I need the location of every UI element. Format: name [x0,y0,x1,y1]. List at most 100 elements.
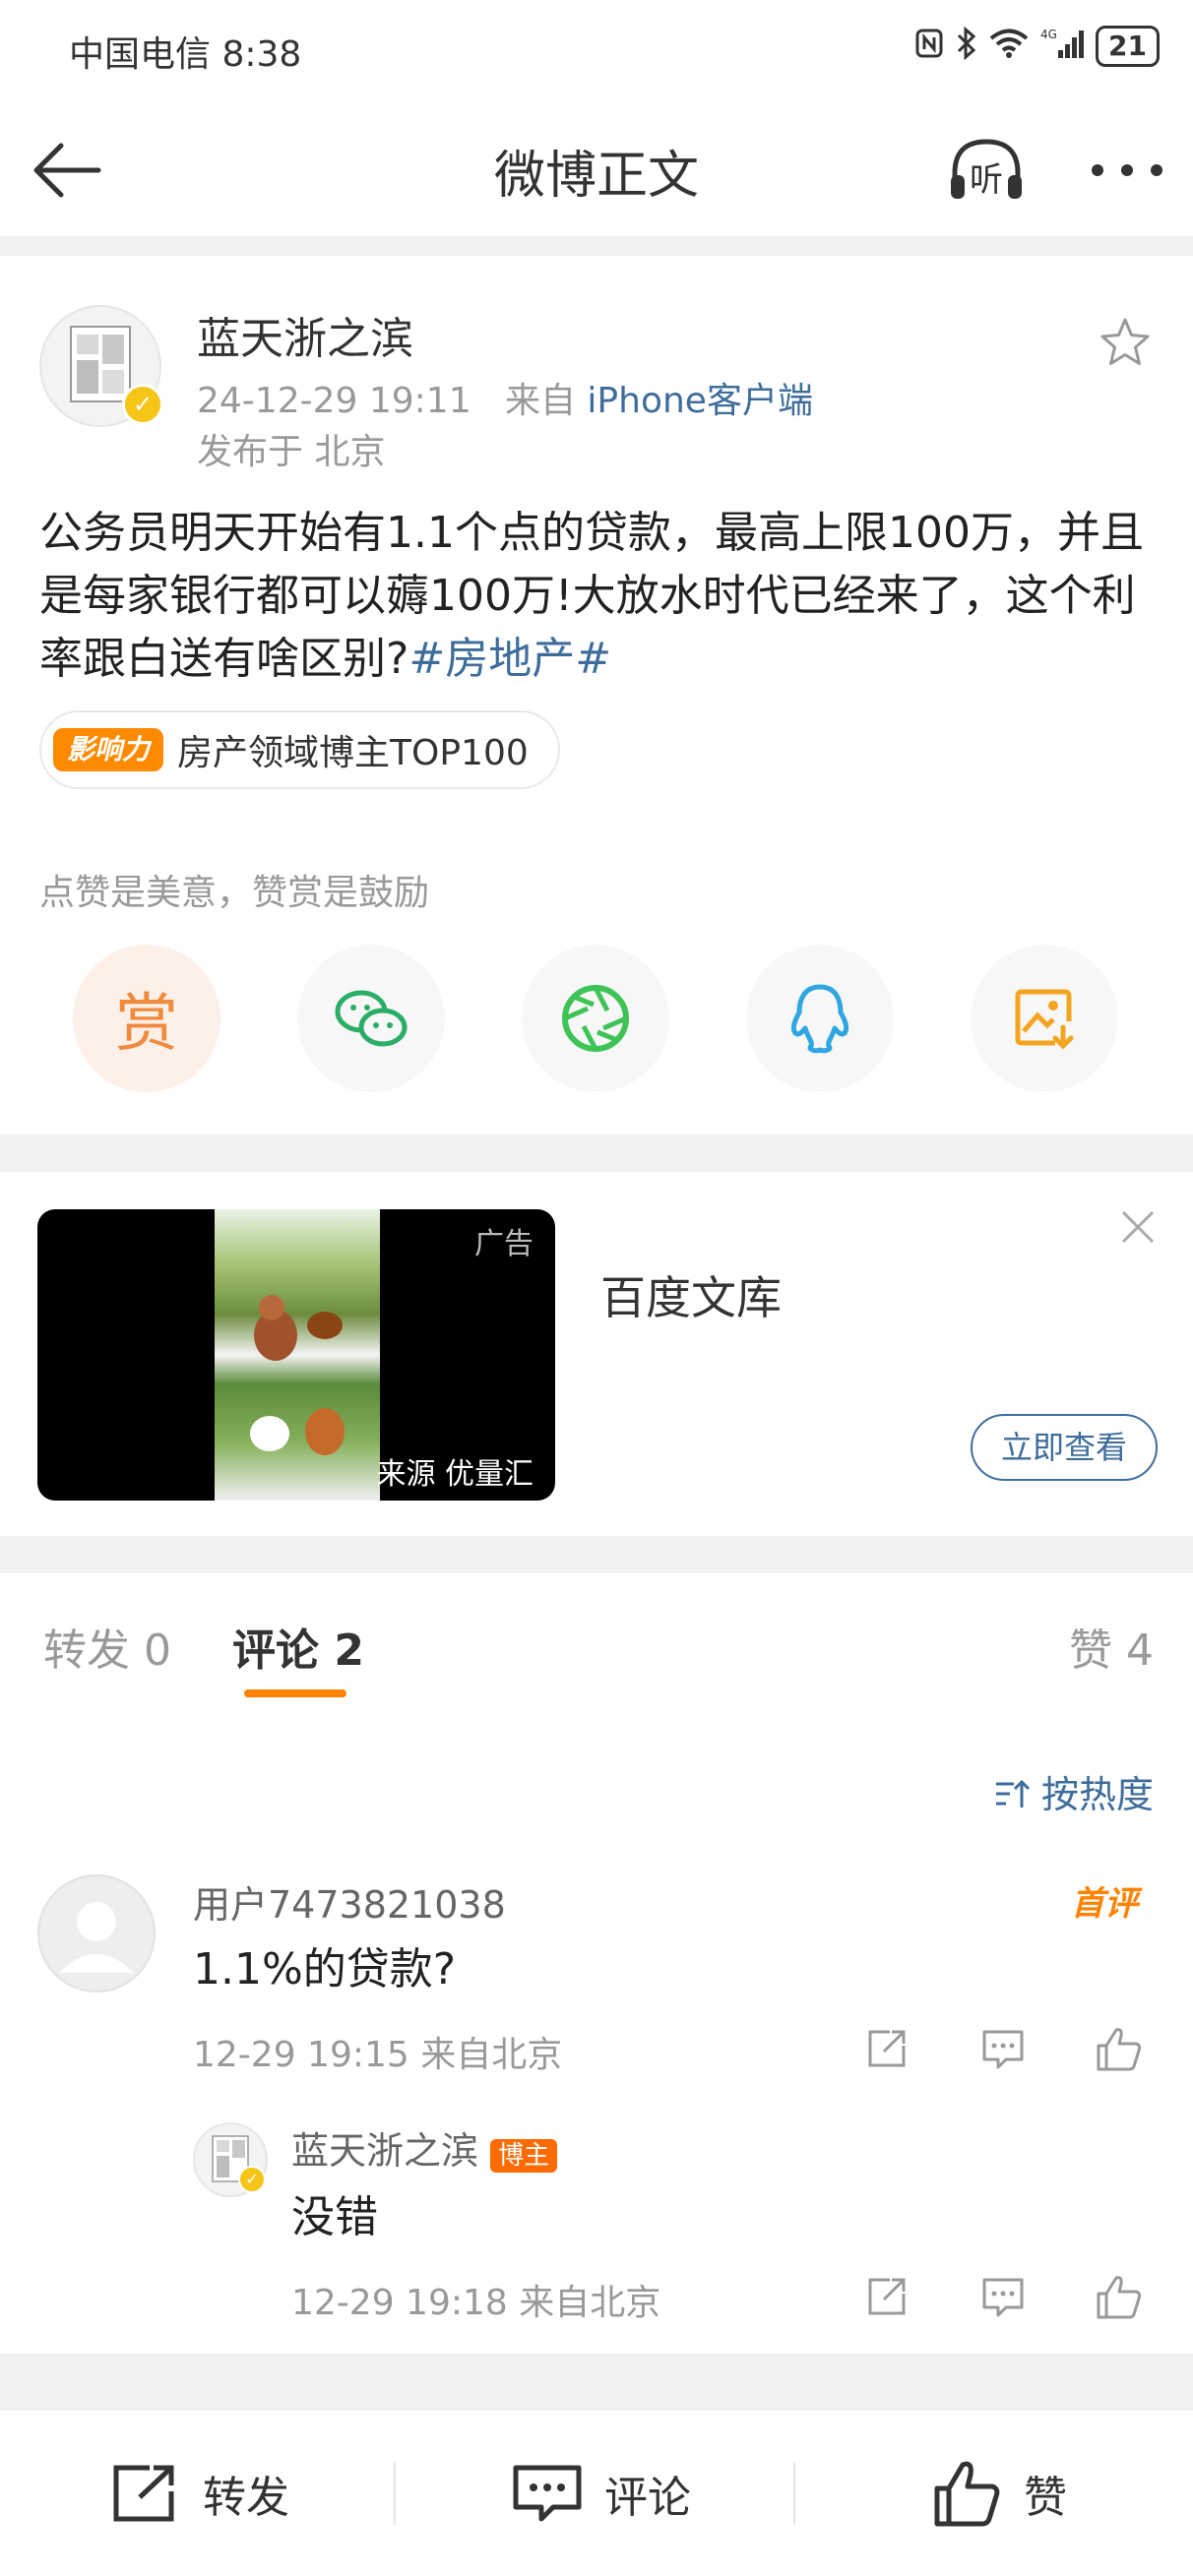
reply-author: 蓝天浙之滨 博主 [291,2120,558,2175]
like-button[interactable]: 赞 [933,2411,1067,2576]
share-icon [113,2465,174,2522]
ad-close-button[interactable] [1118,1207,1158,1247]
reply-meta: 12-29 19:18 来自北京 [291,2283,661,2323]
separator [0,1135,1193,1172]
comment-label: 评论 [604,2473,691,2523]
more-dots-icon [1092,164,1162,176]
tab-like[interactable]: 赞 4 [1069,1615,1154,1678]
network-type: 4G [1040,28,1057,41]
ad-cta-button[interactable]: 立即查看 [971,1414,1158,1481]
blogger-tag: 博主 [490,2139,558,2173]
carrier-time: 中国电信 8:38 [69,26,301,77]
bluetooth-icon [956,26,977,67]
ad-title[interactable]: 百度文库 [600,1262,782,1327]
post-card: ✓ 蓝天浙之滨 24-12-29 19:11 来自 iPhone客户端 发布于 … [0,256,1193,1135]
star-icon [1100,318,1150,365]
post-content: 公务员明天开始有1.1个点的贷款，最高上限100万，并且是每家银行都可以薅100… [39,502,1162,691]
ad-source: 来源 优量汇 [376,1457,534,1492]
sort-label: 按热度 [1040,1773,1154,1816]
status-bar: 中国电信 8:38 4G 21 [0,0,1193,98]
nfc-icon [914,28,944,66]
thumbs-up-icon [1097,2276,1142,2319]
comment-repost-button[interactable] [862,2024,911,2073]
comment-button[interactable]: 评论 [512,2411,691,2576]
topic-link[interactable]: #房地产# [408,634,611,684]
verified-badge-icon: ✓ [238,2166,266,2193]
reply-author-name[interactable]: 蓝天浙之滨 [291,2129,478,2173]
thumbs-up-icon [934,2461,1000,2527]
share-row: 赏 [0,945,1193,1092]
first-comment-tag: 首评 [1071,1884,1138,1924]
influence-logo: 影响力 [53,728,164,771]
nav-bar: 微博正文 听 [0,98,1193,236]
source-prefix: 来自 [504,381,576,421]
separator [0,2354,1193,2409]
active-tab-indicator [244,1689,346,1697]
repost-button[interactable]: 转发 [110,2411,289,2576]
wechat-icon [335,990,408,1047]
reply-reply-button[interactable] [978,2272,1028,2321]
thumbs-up-icon [1097,2028,1142,2071]
ad-thumbnail-image [215,1209,380,1501]
post-timestamp: 24-12-29 19:11 [197,381,471,421]
comment-text: 1.1%的贷款? [193,1944,457,1994]
divider [394,2462,396,2525]
comment-meta: 12-29 19:15 来自北京 [193,2035,563,2075]
comment-reply-button[interactable] [978,2024,1028,2073]
bottom-action-bar: 转发 评论 赞 [0,2409,1193,2576]
wifi-icon [989,28,1029,66]
interaction-tabs: 转发 0 评论 2 赞 4 [0,1573,1193,1711]
separator [0,236,1193,256]
post-meta: 24-12-29 19:11 来自 iPhone客户端 [197,372,813,423]
share-wechat-button[interactable] [297,945,445,1092]
listen-button[interactable]: 听 [947,136,1026,205]
influence-badge-text: 房产领域博主TOP100 [177,733,529,773]
share-icon [868,2030,906,2067]
ad-label: 广告 [474,1227,534,1261]
close-icon [1121,1210,1155,1244]
battery-indicator: 21 [1096,26,1160,67]
default-user-icon [37,1874,156,1993]
moments-aperture-icon [562,985,629,1052]
post-source-link[interactable]: iPhone客户端 [587,381,813,421]
verified-badge-icon: ✓ [122,384,163,425]
like-label: 赞 [1024,2473,1067,2523]
tab-repost[interactable]: 转发 0 [43,1615,171,1678]
save-image-button[interactable] [971,945,1118,1092]
comment-icon [982,2278,1024,2317]
sort-button[interactable]: 按热度 [994,1764,1154,1818]
commenter-avatar[interactable] [37,1874,156,1993]
headphones-icon: 听 [951,139,1022,200]
carrier-name: 中国电信 [69,34,212,75]
listen-label: 听 [970,160,1003,200]
share-qq-button[interactable] [746,945,894,1092]
favorite-button[interactable] [1098,315,1153,370]
author-name[interactable]: 蓝天浙之滨 [197,303,413,366]
comment-icon [982,2030,1024,2069]
share-icon [868,2278,906,2315]
reward-tip: 点赞是美意，赞赏是鼓励 [39,873,430,913]
commenter-name[interactable]: 用户7473821038 [193,1874,506,1929]
ad-media[interactable]: 广告 来源 优量汇 [37,1209,555,1501]
share-moments-button[interactable] [522,945,669,1092]
divider [793,2462,795,2525]
reply-repost-button[interactable] [862,2272,911,2321]
system-icons: 4G 21 [914,26,1160,67]
reward-button[interactable]: 赏 [73,945,220,1092]
comment-list: 按热度 用户7473821038 首评 1.1%的贷款? 12-29 19:15… [0,1709,1193,2354]
ad-card[interactable]: 广告 来源 优量汇 百度文库 立即查看 [0,1172,1193,1536]
tab-comment[interactable]: 评论 2 [232,1615,364,1678]
image-download-icon [1015,989,1074,1050]
influence-badge[interactable]: 影响力 房产领域博主TOP100 [39,710,560,789]
separator [0,1536,1193,1573]
signal-icon: 4G [1040,27,1085,67]
post-location: 发布于 北京 [197,432,386,472]
clock: 8:38 [221,34,302,75]
reply-like-button[interactable] [1095,2272,1144,2321]
comment-like-button[interactable] [1095,2024,1144,2073]
comment-icon [513,2465,582,2522]
sort-icon [995,1779,1030,1808]
more-button[interactable] [1083,136,1171,205]
reply-text: 没错 [291,2192,378,2242]
reward-label: 赏 [115,988,178,1061]
